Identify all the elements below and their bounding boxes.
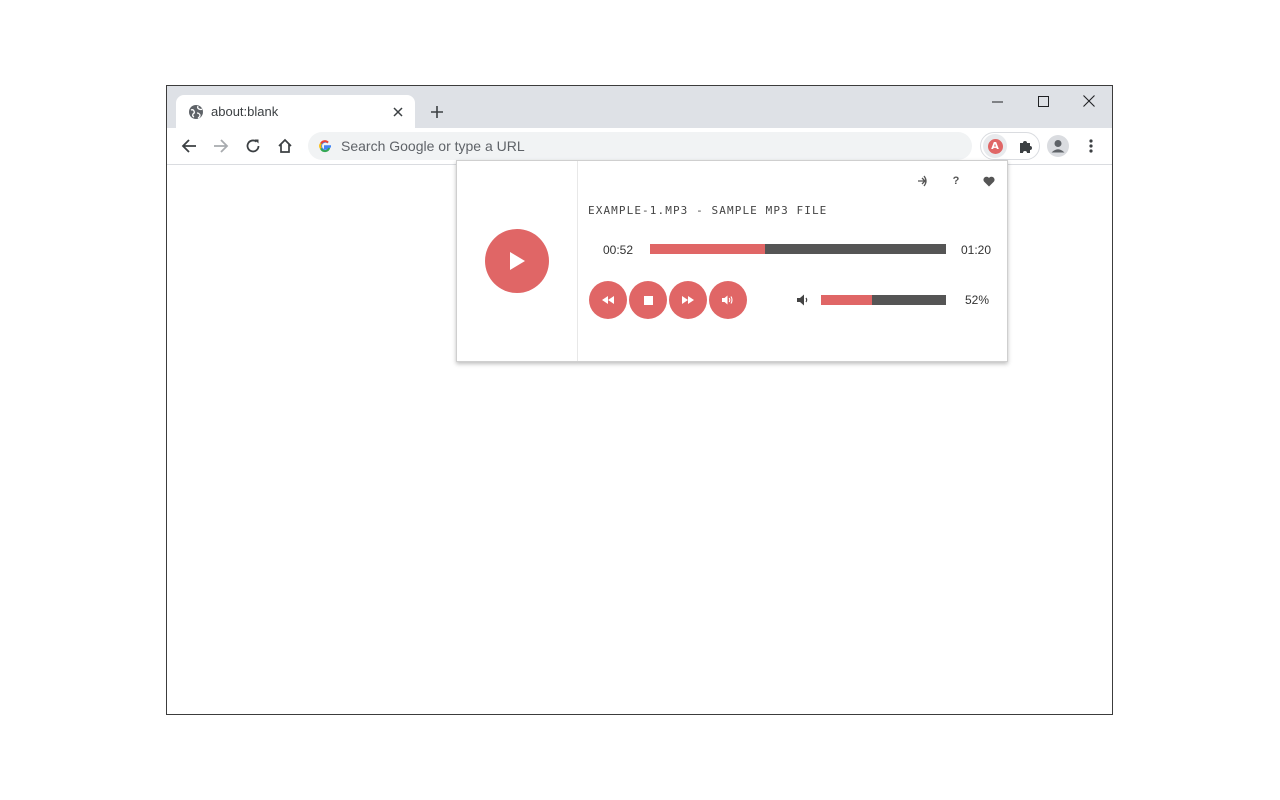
tab-title: about:blank <box>211 104 279 119</box>
volume-percent: 52% <box>965 293 990 307</box>
globe-icon <box>189 105 203 119</box>
current-time: 00:52 <box>603 243 634 257</box>
maximize-button[interactable] <box>1020 86 1066 116</box>
progress-bar[interactable] <box>650 244 946 254</box>
plus-icon <box>431 106 443 118</box>
stop-button[interactable] <box>629 281 667 319</box>
maximize-icon <box>1037 95 1049 107</box>
extensions-button[interactable] <box>1012 132 1040 160</box>
minimize-button[interactable] <box>974 86 1020 116</box>
volume-icon <box>797 294 808 306</box>
audio-player-extension-button[interactable]: A <box>983 134 1007 158</box>
favorite-button[interactable] <box>980 172 998 190</box>
reload-button[interactable] <box>239 132 267 160</box>
tab-close-button[interactable] <box>387 101 409 123</box>
volume-up-icon <box>722 295 733 305</box>
audio-player-extension-icon: A <box>987 138 1003 154</box>
play-icon <box>510 252 525 270</box>
browser-tab[interactable]: about:blank <box>176 95 415 129</box>
track-title: EXAMPLE-1.MP3 - SAMPLE MP3 FILE <box>588 204 828 217</box>
rewind-button[interactable] <box>589 281 627 319</box>
volume-fill <box>821 295 873 305</box>
title-bar: about:blank <box>167 86 1112 129</box>
volume-slider[interactable] <box>821 295 946 305</box>
rewind-icon <box>602 296 614 304</box>
duration: 01:20 <box>961 243 992 257</box>
avatar-icon <box>1047 135 1069 157</box>
reload-icon <box>246 139 260 153</box>
search-input[interactable] <box>341 132 941 160</box>
arrow-left-icon <box>181 139 196 153</box>
forward-button[interactable] <box>207 132 235 160</box>
puzzle-icon <box>1020 141 1032 153</box>
volume-toggle-button[interactable] <box>709 281 747 319</box>
profile-button[interactable] <box>1044 132 1072 160</box>
back-button[interactable] <box>175 132 203 160</box>
player-left-pane <box>457 161 578 361</box>
close-icon <box>1083 95 1095 107</box>
arrow-right-icon <box>214 139 229 153</box>
stop-icon <box>643 295 653 305</box>
play-button[interactable] <box>485 229 549 293</box>
home-icon <box>278 138 292 153</box>
audio-player-popup: ? EXAMPLE-1.MP3 - SAMPLE MP3 FILE 00:52 … <box>456 160 1008 362</box>
more-vert-icon <box>1089 139 1093 153</box>
new-tab-button[interactable] <box>425 100 449 124</box>
fast-forward-button[interactable] <box>669 281 707 319</box>
help-button[interactable]: ? <box>947 172 965 190</box>
fast-forward-icon <box>682 296 694 304</box>
heart-icon <box>983 176 995 186</box>
menu-button[interactable] <box>1077 132 1105 160</box>
sign-in-icon <box>918 175 927 187</box>
omnibox[interactable] <box>308 132 972 160</box>
minimize-icon <box>991 101 1003 102</box>
progress-fill <box>650 244 766 254</box>
google-icon <box>319 140 331 153</box>
close-icon <box>393 107 403 117</box>
question-icon: ? <box>952 175 960 187</box>
home-button[interactable] <box>271 132 299 160</box>
window-close-button[interactable] <box>1066 86 1112 116</box>
open-window-button[interactable] <box>914 172 932 190</box>
